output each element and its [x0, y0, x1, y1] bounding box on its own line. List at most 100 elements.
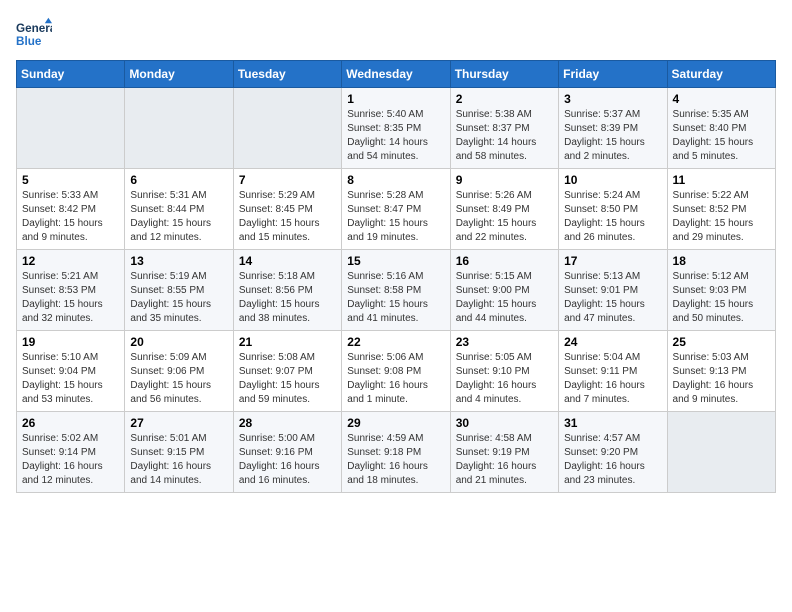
day-number: 2 — [456, 92, 553, 106]
day-number: 3 — [564, 92, 661, 106]
calendar-cell: 1 Sunrise: 5:40 AMSunset: 8:35 PMDaylight… — [342, 88, 450, 169]
day-number: 10 — [564, 173, 661, 187]
calendar-cell: 15 Sunrise: 5:16 AMSunset: 8:58 PMDayligh… — [342, 250, 450, 331]
calendar-week-row: 1 Sunrise: 5:40 AMSunset: 8:35 PMDaylight… — [17, 88, 776, 169]
day-number: 1 — [347, 92, 444, 106]
calendar-cell — [17, 88, 125, 169]
day-number: 30 — [456, 416, 553, 430]
day-number: 5 — [22, 173, 119, 187]
calendar-cell — [125, 88, 233, 169]
calendar-cell — [233, 88, 341, 169]
calendar-cell: 6Sunrise: 5:31 AMSunset: 8:44 PMDaylight… — [125, 169, 233, 250]
day-info: Sunrise: 4:58 AMSunset: 9:19 PMDaylight:… — [456, 432, 553, 488]
day-info: Sunrise: 5:05 AMSunset: 9:10 PMDaylight:… — [456, 351, 553, 407]
calendar-week-row: 5 Sunrise: 5:33 AMSunset: 8:42 PMDaylight… — [17, 169, 776, 250]
calendar-cell: 20Sunrise: 5:09 AMSunset: 9:06 PMDayligh… — [125, 331, 233, 412]
calendar-cell: 8 Sunrise: 5:28 AMSunset: 8:47 PMDaylight… — [342, 169, 450, 250]
day-info: Sunrise: 5:22 AMSunset: 8:52 PMDaylight:… — [673, 189, 770, 245]
day-info: Sunrise: 5:08 AMSunset: 9:07 PMDaylight:… — [239, 351, 336, 407]
day-info: Sunrise: 5:00 AMSunset: 9:16 PMDaylight:… — [239, 432, 336, 488]
day-info: Sunrise: 5:04 AMSunset: 9:11 PMDaylight:… — [564, 351, 661, 407]
calendar-cell: 14 Sunrise: 5:18 AMSunset: 8:56 PMDayligh… — [233, 250, 341, 331]
svg-text:Blue: Blue — [16, 35, 42, 48]
day-info: Sunrise: 5:09 AMSunset: 9:06 PMDaylight:… — [130, 351, 227, 407]
day-info: Sunrise: 5:13 AMSunset: 9:01 PMDaylight:… — [564, 270, 661, 326]
calendar-cell — [667, 412, 775, 493]
calendar-cell: 17Sunrise: 5:13 AMSunset: 9:01 PMDayligh… — [559, 250, 667, 331]
calendar-cell: 22Sunrise: 5:06 AMSunset: 9:08 PMDayligh… — [342, 331, 450, 412]
day-number: 16 — [456, 254, 553, 268]
day-info: Sunrise: 5:12 AMSunset: 9:03 PMDaylight:… — [673, 270, 770, 326]
calendar-cell: 31 Sunrise: 4:57 AMSunset: 9:20 PMDayligh… — [559, 412, 667, 493]
day-number: 29 — [347, 416, 444, 430]
calendar-cell: 11Sunrise: 5:22 AMSunset: 8:52 PMDayligh… — [667, 169, 775, 250]
day-info: Sunrise: 5:10 AMSunset: 9:04 PMDaylight:… — [22, 351, 119, 407]
day-number: 18 — [673, 254, 770, 268]
day-number: 27 — [130, 416, 227, 430]
calendar-body: 1 Sunrise: 5:40 AMSunset: 8:35 PMDaylight… — [17, 88, 776, 493]
calendar-cell: 23 Sunrise: 5:05 AMSunset: 9:10 PMDayligh… — [450, 331, 558, 412]
day-number: 8 — [347, 173, 444, 187]
day-info: Sunrise: 5:16 AMSunset: 8:58 PMDaylight:… — [347, 270, 444, 326]
day-info: Sunrise: 5:18 AMSunset: 8:56 PMDaylight:… — [239, 270, 336, 326]
logo: General Blue — [16, 16, 52, 52]
header: General Blue — [16, 16, 776, 52]
calendar-cell: 30 Sunrise: 4:58 AMSunset: 9:19 PMDayligh… — [450, 412, 558, 493]
day-number: 22 — [347, 335, 444, 349]
day-of-week-header: Wednesday — [342, 61, 450, 88]
day-info: Sunrise: 5:28 AMSunset: 8:47 PMDaylight:… — [347, 189, 444, 245]
calendar-cell: 24Sunrise: 5:04 AMSunset: 9:11 PMDayligh… — [559, 331, 667, 412]
day-info: Sunrise: 5:37 AMSunset: 8:39 PMDaylight:… — [564, 108, 661, 164]
calendar-cell: 25Sunrise: 5:03 AMSunset: 9:13 PMDayligh… — [667, 331, 775, 412]
day-number: 15 — [347, 254, 444, 268]
day-number: 9 — [456, 173, 553, 187]
calendar-week-row: 19Sunrise: 5:10 AMSunset: 9:04 PMDayligh… — [17, 331, 776, 412]
day-number: 14 — [239, 254, 336, 268]
calendar-cell: 26 Sunrise: 5:02 AMSunset: 9:14 PMDayligh… — [17, 412, 125, 493]
calendar-cell: 5 Sunrise: 5:33 AMSunset: 8:42 PMDaylight… — [17, 169, 125, 250]
calendar-week-row: 26 Sunrise: 5:02 AMSunset: 9:14 PMDayligh… — [17, 412, 776, 493]
day-info: Sunrise: 5:26 AMSunset: 8:49 PMDaylight:… — [456, 189, 553, 245]
calendar-cell: 28 Sunrise: 5:00 AMSunset: 9:16 PMDayligh… — [233, 412, 341, 493]
day-number: 23 — [456, 335, 553, 349]
day-number: 7 — [239, 173, 336, 187]
calendar-cell: 27Sunrise: 5:01 AMSunset: 9:15 PMDayligh… — [125, 412, 233, 493]
calendar-cell: 7Sunrise: 5:29 AMSunset: 8:45 PMDaylight… — [233, 169, 341, 250]
day-of-week-header: Friday — [559, 61, 667, 88]
day-number: 28 — [239, 416, 336, 430]
day-info: Sunrise: 5:15 AMSunset: 9:00 PMDaylight:… — [456, 270, 553, 326]
calendar-cell: 2 Sunrise: 5:38 AMSunset: 8:37 PMDaylight… — [450, 88, 558, 169]
day-info: Sunrise: 4:57 AMSunset: 9:20 PMDaylight:… — [564, 432, 661, 488]
day-number: 4 — [673, 92, 770, 106]
calendar-table: SundayMondayTuesdayWednesdayThursdayFrid… — [16, 60, 776, 493]
day-number: 12 — [22, 254, 119, 268]
day-info: Sunrise: 5:24 AMSunset: 8:50 PMDaylight:… — [564, 189, 661, 245]
calendar-week-row: 12Sunrise: 5:21 AMSunset: 8:53 PMDayligh… — [17, 250, 776, 331]
calendar-cell: 13 Sunrise: 5:19 AMSunset: 8:55 PMDayligh… — [125, 250, 233, 331]
day-info: Sunrise: 5:02 AMSunset: 9:14 PMDaylight:… — [22, 432, 119, 488]
day-of-week-header: Sunday — [17, 61, 125, 88]
day-info: Sunrise: 5:40 AMSunset: 8:35 PMDaylight:… — [347, 108, 444, 164]
calendar-cell: 29 Sunrise: 4:59 AMSunset: 9:18 PMDayligh… — [342, 412, 450, 493]
day-of-week-header: Saturday — [667, 61, 775, 88]
calendar-cell: 3 Sunrise: 5:37 AMSunset: 8:39 PMDaylight… — [559, 88, 667, 169]
day-info: Sunrise: 4:59 AMSunset: 9:18 PMDaylight:… — [347, 432, 444, 488]
calendar-cell: 18 Sunrise: 5:12 AMSunset: 9:03 PMDayligh… — [667, 250, 775, 331]
day-number: 31 — [564, 416, 661, 430]
calendar-header-row: SundayMondayTuesdayWednesdayThursdayFrid… — [17, 61, 776, 88]
day-number: 6 — [130, 173, 227, 187]
calendar-cell: 4 Sunrise: 5:35 AMSunset: 8:40 PMDaylight… — [667, 88, 775, 169]
day-number: 13 — [130, 254, 227, 268]
day-of-week-header: Monday — [125, 61, 233, 88]
day-info: Sunrise: 5:35 AMSunset: 8:40 PMDaylight:… — [673, 108, 770, 164]
day-info: Sunrise: 5:33 AMSunset: 8:42 PMDaylight:… — [22, 189, 119, 245]
day-info: Sunrise: 5:19 AMSunset: 8:55 PMDaylight:… — [130, 270, 227, 326]
day-info: Sunrise: 5:03 AMSunset: 9:13 PMDaylight:… — [673, 351, 770, 407]
svg-text:General: General — [16, 22, 52, 35]
day-of-week-header: Thursday — [450, 61, 558, 88]
day-number: 26 — [22, 416, 119, 430]
calendar-cell: 9 Sunrise: 5:26 AMSunset: 8:49 PMDaylight… — [450, 169, 558, 250]
calendar-cell: 12Sunrise: 5:21 AMSunset: 8:53 PMDayligh… — [17, 250, 125, 331]
day-info: Sunrise: 5:38 AMSunset: 8:37 PMDaylight:… — [456, 108, 553, 164]
day-number: 21 — [239, 335, 336, 349]
